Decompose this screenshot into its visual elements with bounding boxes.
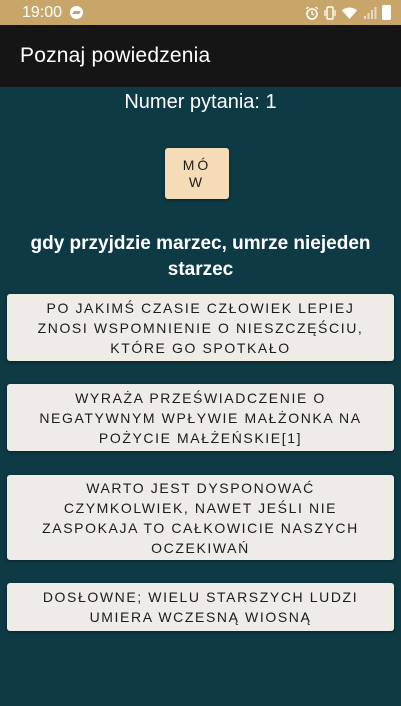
answer-option-1[interactable]: PO JAKIMŚ CZASIE CZŁOWIEK LEPIEJ ZNOSI W… bbox=[7, 294, 394, 361]
status-bar-right bbox=[305, 5, 391, 20]
battery-icon bbox=[382, 5, 391, 20]
wifi-icon bbox=[342, 7, 357, 19]
status-time: 19:00 bbox=[22, 3, 63, 21]
signal-icon bbox=[364, 6, 377, 19]
quiz-screen: Numer pytania: 1 MÓW gdy przyjdzie marze… bbox=[0, 87, 401, 706]
question-number: Numer pytania: 1 bbox=[124, 91, 277, 113]
app-bar: Poznaj powiedzenia bbox=[0, 25, 401, 87]
messenger-icon bbox=[70, 6, 84, 19]
status-bar: 19:00 bbox=[0, 0, 401, 25]
answer-option-2[interactable]: WYRAŻA PRZEŚWIADCZENIE O NEGATYWNYM WPŁY… bbox=[7, 384, 394, 451]
app-title: Poznaj powiedzenia bbox=[20, 44, 211, 67]
saying-text: gdy przyjdzie marzec, umrze niejeden sta… bbox=[30, 233, 371, 280]
answer-option-3[interactable]: WARTO JEST DYSPONOWAĆ CZYMKOLWIEK, NAWET… bbox=[7, 475, 394, 560]
speak-button[interactable]: MÓW bbox=[165, 148, 229, 199]
answer-option-4[interactable]: DOSŁOWNE; WIELU STARSZYCH LUDZI UMIERA W… bbox=[7, 583, 394, 631]
alarm-icon bbox=[305, 5, 319, 20]
status-bar-left: 19:00 bbox=[22, 3, 84, 22]
vibrate-icon bbox=[324, 5, 336, 20]
